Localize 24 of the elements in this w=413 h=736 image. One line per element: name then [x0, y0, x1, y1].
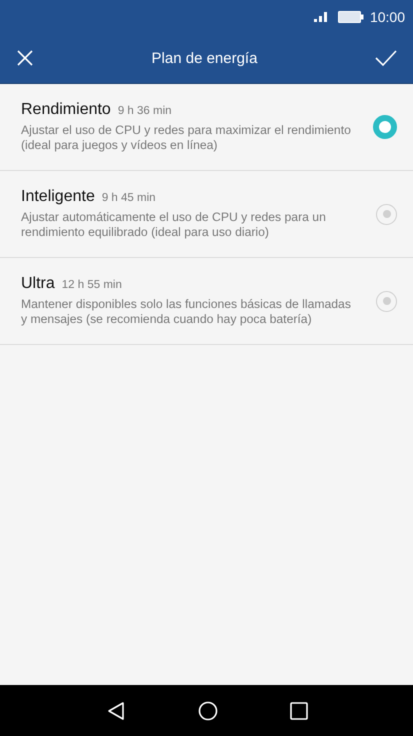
plan-name: Rendimiento: [21, 101, 111, 119]
checkmark-icon: [374, 49, 397, 67]
recents-button[interactable]: [290, 702, 308, 720]
plan-description: Ajustar automáticamente el uso de CPU y redes para un rendimiento equilibrado (ideal para uso diario): [21, 210, 327, 240]
plan-name: Inteligente: [21, 188, 95, 206]
radio-button[interactable]: [373, 115, 397, 139]
signal-icon: [314, 11, 330, 22]
plan-option[interactable]: Ultra 12 h 55 min Mantener disponibles solo las funciones básicas de llamadas y mensajes (se recomienda cuando hay poca batería): [0, 258, 413, 345]
close-icon: [16, 49, 34, 67]
plan-name: Ultra: [21, 275, 55, 293]
back-button[interactable]: [106, 700, 126, 720]
plan-description: Ajustar el uso de CPU y redes para maximizar el rendimiento (ideal para juegos y vídeos en línea): [21, 123, 352, 153]
status-time: 10:00: [370, 8, 405, 24]
plan-duration: 12 h 55 min: [62, 279, 122, 291]
radio-button[interactable]: [376, 204, 397, 224]
radio-button[interactable]: [376, 290, 397, 312]
plan-option[interactable]: Inteligente 9 h 45 min Ajustar automáticamente el uso de CPU y redes para un rendimiento equilibrado (ideal para uso diario): [0, 171, 413, 258]
plan-option[interactable]: Rendimiento 9 h 36 min Ajustar el uso de CPU y redes para maximizar el rendimiento (ideal para juegos y vídeos en línea): [0, 84, 413, 171]
plan-duration: 9 h 45 min: [102, 192, 156, 204]
plan-description: Mantener disponibles solo las funciones básicas de llamadas y mensajes (se recomienda cuando hay poca batería): [21, 297, 352, 327]
screen-title: Plan de energía: [152, 50, 258, 66]
plan-duration: 9 h 36 min: [118, 105, 172, 117]
battery-icon: [338, 10, 364, 22]
home-button[interactable]: [198, 700, 218, 720]
